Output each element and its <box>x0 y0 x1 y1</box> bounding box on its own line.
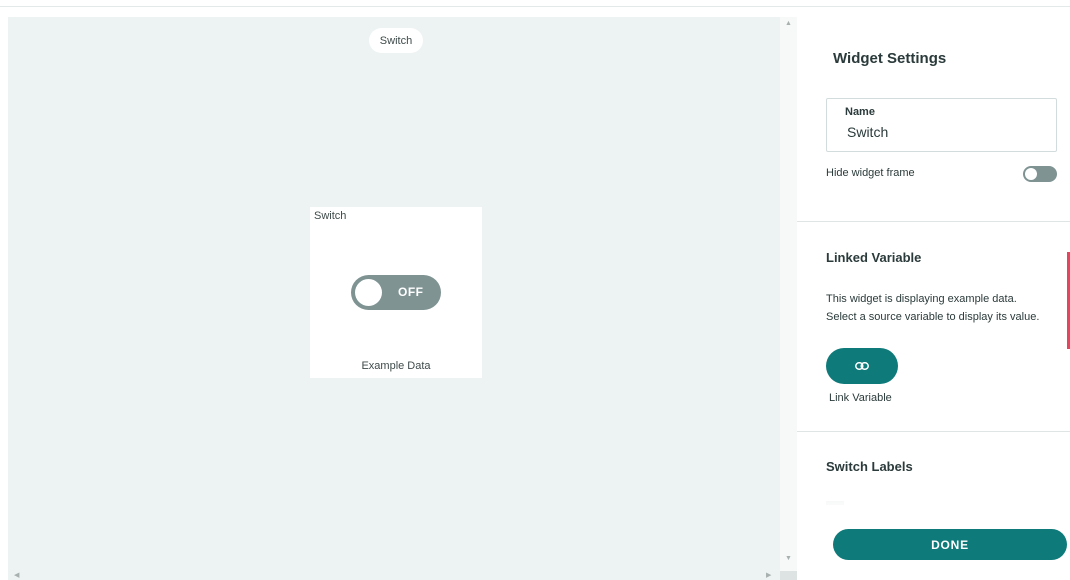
switch-widget[interactable]: Switch OFF Example Data <box>310 207 482 378</box>
hide-frame-label: Hide widget frame <box>826 167 915 179</box>
scrollbar-corner <box>780 571 797 580</box>
vertical-scrollbar[interactable]: ▲ ▼ <box>780 17 797 572</box>
example-data-label: Example Data <box>361 360 431 372</box>
done-button[interactable]: DONE <box>833 529 1067 560</box>
toggle-state-label: OFF <box>398 285 424 299</box>
description-line-2: Select a source variable to display its … <box>826 311 1040 323</box>
top-divider <box>0 6 1070 7</box>
name-field-value[interactable]: Switch <box>847 124 888 140</box>
switch-labels-title: Switch Labels <box>826 459 913 474</box>
name-field-label: Name <box>845 106 875 118</box>
hide-frame-toggle[interactable] <box>1023 166 1057 182</box>
link-icon <box>855 362 869 370</box>
widget-title: Switch <box>314 210 347 222</box>
panel-title: Widget Settings <box>833 50 947 67</box>
linked-variable-description: This widget is displaying example data. … <box>826 290 1066 326</box>
link-variable-label: Link Variable <box>829 392 892 404</box>
linked-variable-title: Linked Variable <box>826 250 922 265</box>
hide-frame-toggle-knob <box>1025 168 1037 180</box>
page-chip[interactable]: Switch <box>369 28 423 53</box>
scroll-up-icon[interactable]: ▲ <box>785 20 792 27</box>
horizontal-scrollbar[interactable]: ◀ ▶ <box>8 571 780 580</box>
description-line-1: This widget is displaying example data. <box>826 293 1017 305</box>
panel-footer: DONE <box>797 490 1070 580</box>
dashboard-canvas[interactable]: Switch Switch OFF Example Data <box>8 17 797 580</box>
name-field[interactable]: Name Switch <box>826 98 1057 152</box>
scroll-down-icon[interactable]: ▼ <box>785 555 792 562</box>
section-divider <box>797 221 1070 222</box>
link-variable-button[interactable] <box>826 348 898 384</box>
scroll-left-icon[interactable]: ◀ <box>14 571 19 580</box>
toggle-knob <box>355 279 382 306</box>
switch-toggle[interactable]: OFF <box>351 275 441 310</box>
scroll-right-icon[interactable]: ▶ <box>766 571 771 580</box>
section-divider <box>797 431 1070 432</box>
